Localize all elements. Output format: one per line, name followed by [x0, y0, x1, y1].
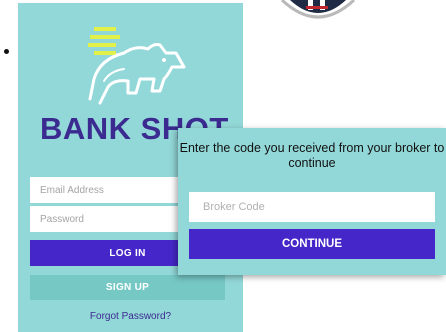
bullet-dot: [4, 49, 9, 54]
broker-instructions: Enter the code you received from your br…: [179, 141, 445, 170]
forgot-password-link[interactable]: Forgot Password?: [18, 311, 243, 322]
broker-code-input[interactable]: [189, 192, 435, 222]
broker-code-dialog: Enter the code you received from your br…: [178, 128, 446, 275]
signup-button[interactable]: SIGN UP: [30, 275, 225, 300]
continue-button[interactable]: CONTINUE: [189, 229, 435, 259]
partner-logo-icon: [280, 0, 356, 19]
stage: BANK SHOT LOG IN SIGN UP Forgot Password…: [0, 0, 446, 332]
rhino-icon: [88, 27, 186, 105]
